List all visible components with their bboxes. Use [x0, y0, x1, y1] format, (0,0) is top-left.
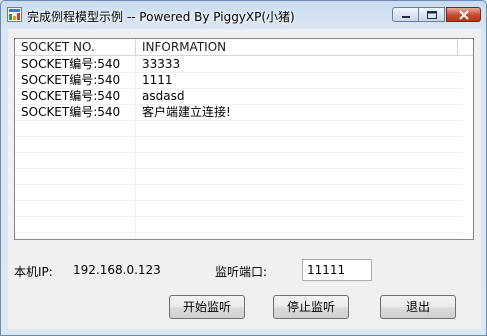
column-header-socket[interactable]: SOCKET NO.: [15, 39, 136, 56]
client-area: SOCKET NO. INFORMATION SOCKET编号:540 3333…: [8, 29, 481, 329]
column-header-information[interactable]: INFORMATION: [136, 39, 458, 56]
list-item[interactable]: SOCKET编号:540 33333: [15, 56, 473, 72]
information-cell: 客户端建立连接!: [142, 105, 231, 119]
maximize-button[interactable]: [419, 7, 445, 22]
socket-cell: SOCKET编号:540: [21, 73, 121, 87]
app-icon: [7, 7, 22, 22]
row-divider: [15, 216, 463, 217]
row-divider: [15, 200, 463, 201]
close-icon: [459, 10, 469, 20]
information-cell: asdasd: [142, 89, 185, 103]
row-divider: [15, 152, 463, 153]
app-window: 完成例程模型示例 -- Powered By PiggyXP(小猪) SOCKE…: [0, 0, 487, 336]
close-button[interactable]: [446, 7, 481, 22]
local-ip-value: 192.168.0.123: [73, 263, 161, 277]
socket-cell: SOCKET编号:540: [21, 105, 121, 119]
list-item[interactable]: SOCKET编号:540 客户端建立连接!: [15, 104, 473, 120]
maximize-icon: [427, 11, 437, 19]
list-header: SOCKET NO. INFORMATION: [15, 39, 473, 56]
information-cell: 33333: [142, 57, 181, 71]
column-header-filler: [458, 39, 473, 56]
port-label: 监听端口:: [215, 265, 268, 279]
stop-listening-button[interactable]: 停止监听: [273, 295, 349, 319]
port-input[interactable]: 11111: [302, 259, 372, 281]
list-item[interactable]: SOCKET编号:540 1111: [15, 72, 473, 88]
row-divider: [15, 136, 463, 137]
minimize-button[interactable]: [392, 7, 419, 22]
title-bar[interactable]: 完成例程模型示例 -- Powered By PiggyXP(小猪): [1, 1, 486, 29]
list-item[interactable]: SOCKET编号:540 asdasd: [15, 88, 473, 104]
socket-cell: SOCKET编号:540: [21, 89, 121, 103]
window-title: 完成例程模型示例 -- Powered By PiggyXP(小猪): [27, 10, 295, 24]
row-divider: [15, 184, 463, 185]
start-listening-button[interactable]: 开始监听: [169, 295, 245, 319]
local-ip-label: 本机IP:: [14, 265, 53, 279]
row-divider: [15, 168, 463, 169]
exit-button[interactable]: 退出: [380, 295, 456, 319]
minimize-icon: [402, 16, 410, 18]
list-body: SOCKET编号:540 33333 SOCKET编号:540 1111 SOC…: [15, 56, 473, 239]
row-divider: [15, 120, 463, 121]
information-cell: 1111: [142, 73, 173, 87]
socket-cell: SOCKET编号:540: [21, 57, 121, 71]
socket-list[interactable]: SOCKET NO. INFORMATION SOCKET编号:540 3333…: [14, 38, 474, 240]
row-divider: [15, 232, 463, 233]
